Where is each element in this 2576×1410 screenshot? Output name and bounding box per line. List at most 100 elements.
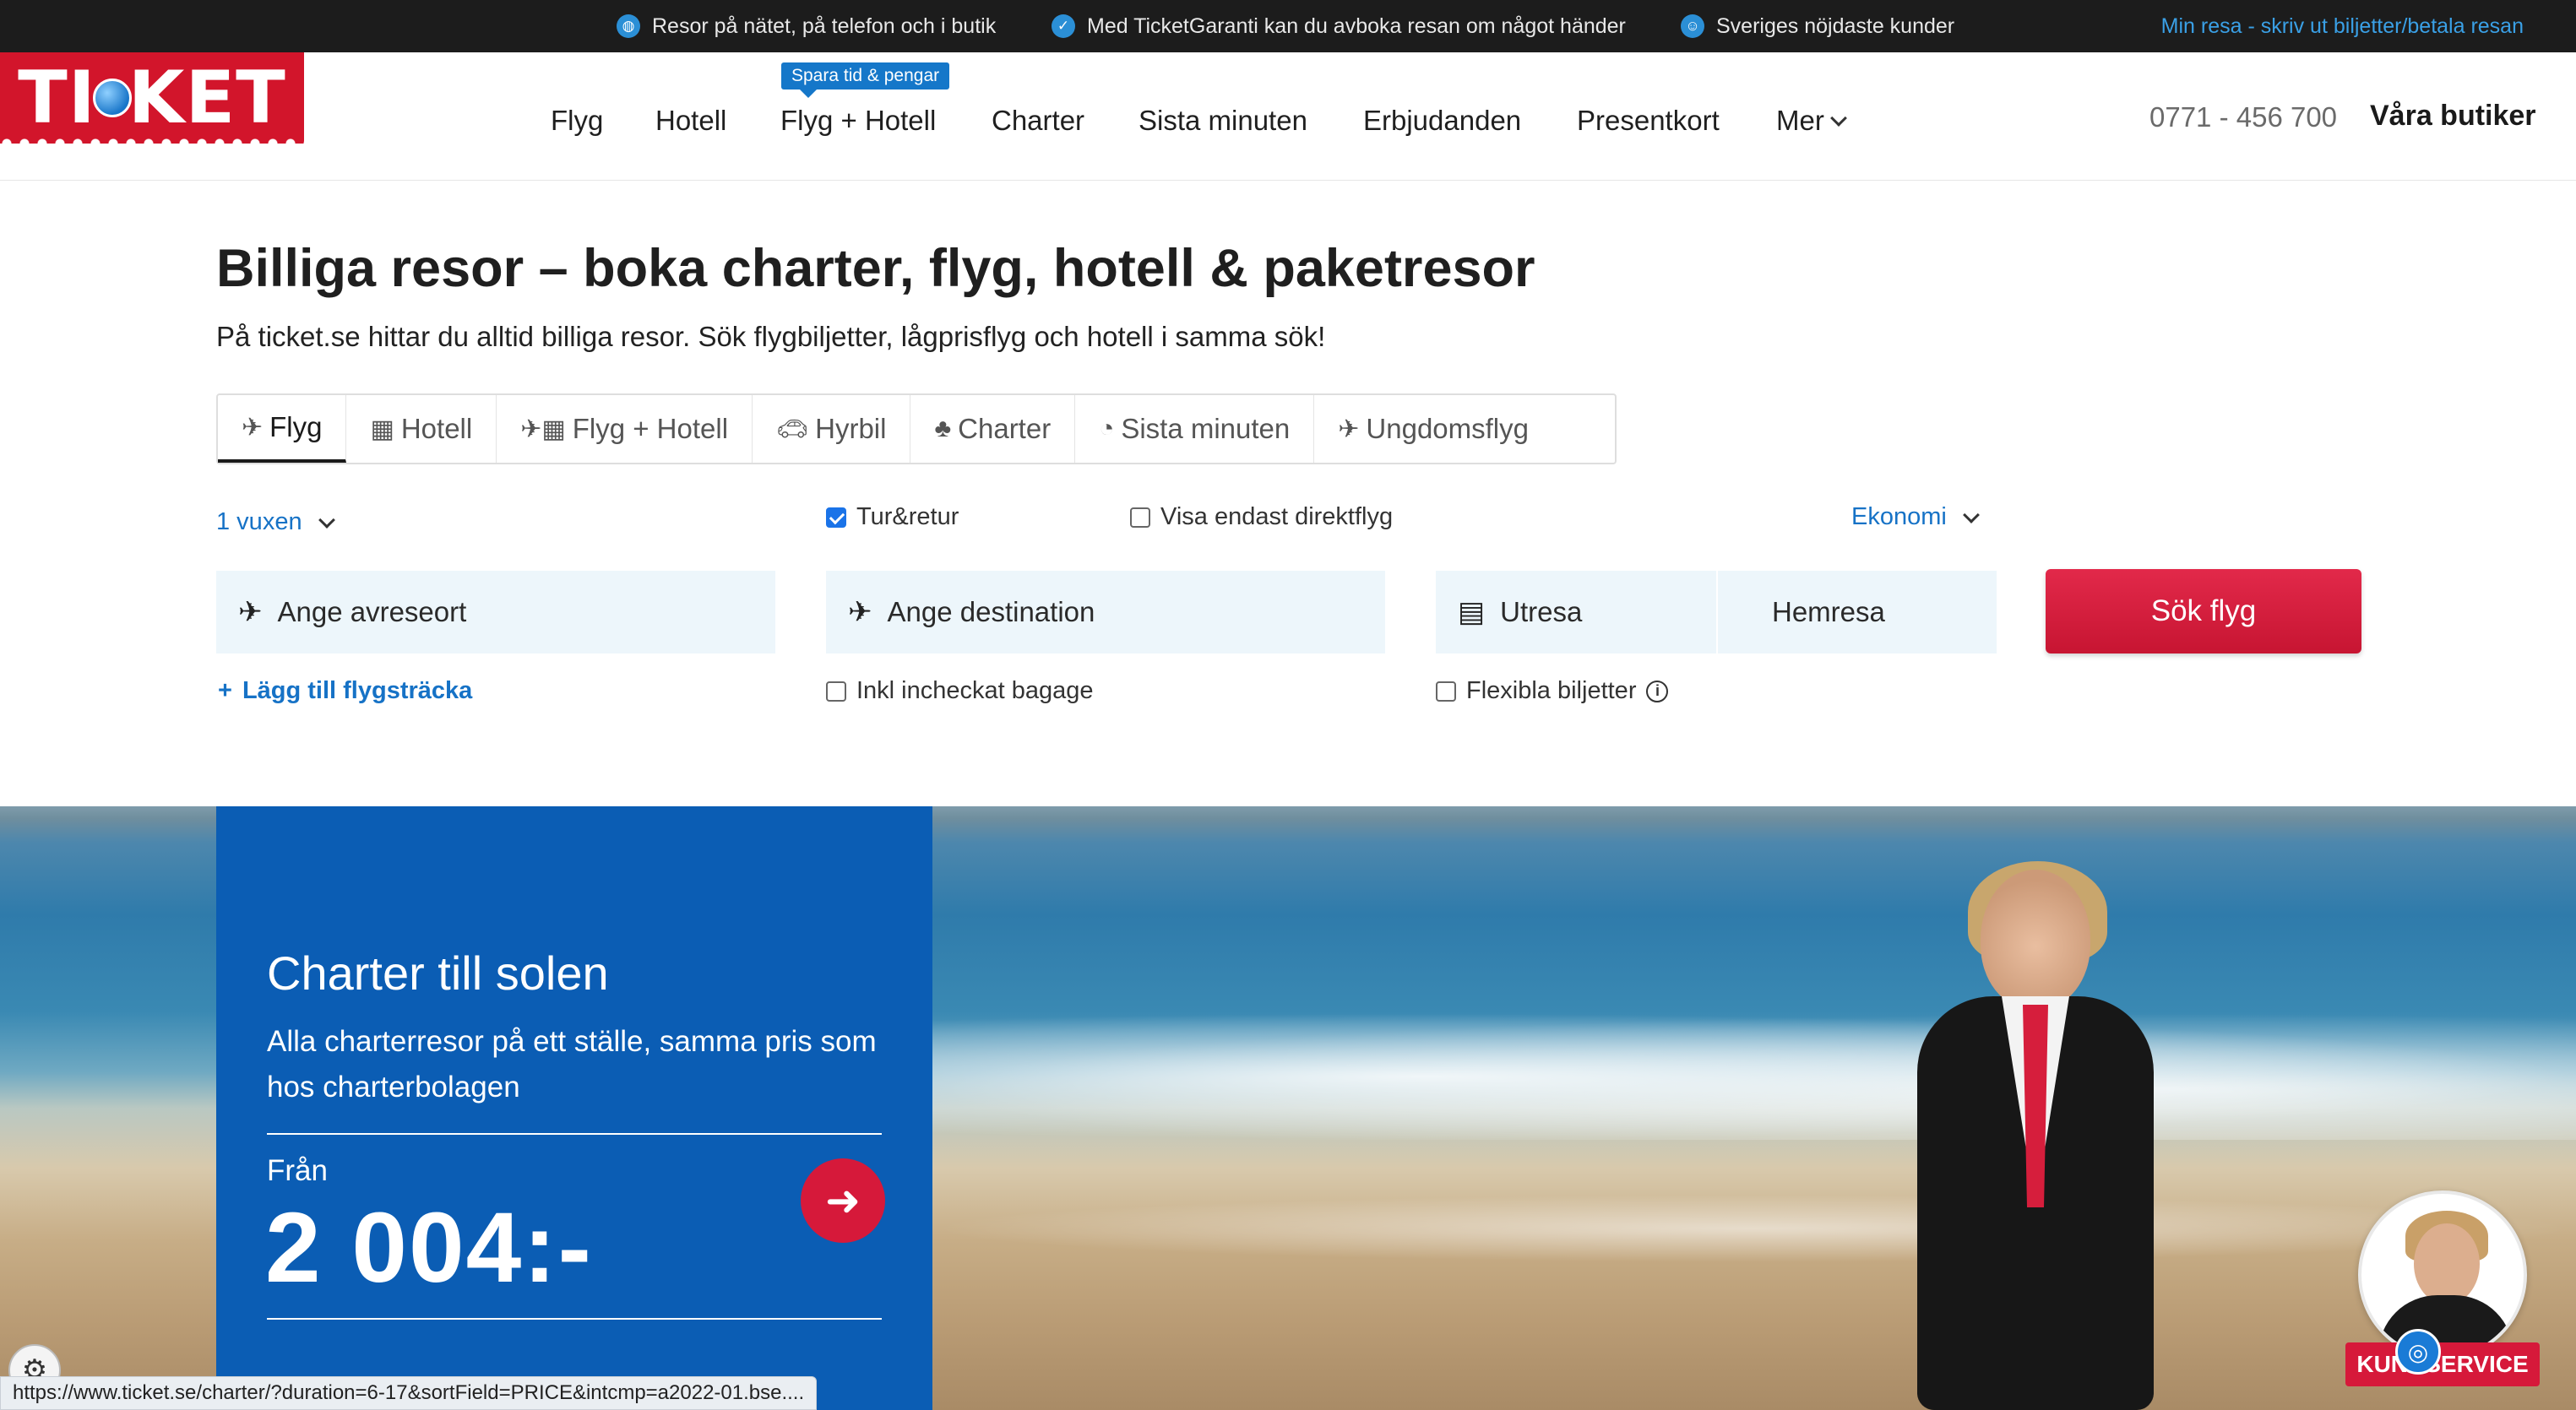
clock-fire-icon: ◔ [1099,415,1115,442]
tab-label: Charter [958,413,1052,444]
promo-card[interactable]: Charter till solen Alla charterresor på … [216,806,932,1410]
tab-flyg-hotell[interactable]: ✈▦ Flyg + Hotell [497,395,753,463]
smiley-icon: ☺ [1681,14,1704,38]
cabin-class-value: Ekonomi [1851,503,1947,530]
plane-icon: ✈ [242,413,264,442]
wave-foam [929,1195,2576,1262]
customer-service-avatar[interactable] [2358,1190,2527,1359]
usp-text: Sveriges nöjdaste kunder [1716,14,1955,38]
tab-label: Hotell [400,413,473,444]
logo-text-right: KET [128,56,286,140]
usp-text: Resor på nätet, på telefon och i butik [652,14,997,38]
building-icon: ▦ [370,415,394,443]
charter-banner[interactable]: Charter till solen Alla charterresor på … [0,806,2576,1410]
flexible-checkbox[interactable]: Flexibla biljetter i [1436,677,1669,705]
checkbox-unchecked[interactable] [1130,507,1150,528]
checkbox-unchecked[interactable] [1436,681,1456,702]
baggage-label: Inkl incheckat bagage [856,677,1094,704]
chat-icon[interactable]: ◎ [2395,1329,2441,1375]
status-bar-url: https://www.ticket.se/charter/?duration=… [0,1376,818,1410]
nav-erbjudanden[interactable]: Erbjudanden [1363,105,1521,137]
promo-subtitle: Alla charterresor på ett ställe, samma p… [267,1025,877,1104]
tab-ungdomsflyg[interactable]: ✈ Ungdomsflyg [1314,395,1552,463]
chevron-down-icon [318,511,335,529]
nav-mer[interactable]: Mer [1776,105,1847,137]
info-icon[interactable]: i [1646,680,1669,702]
banner-person-image [1892,861,2171,1410]
phone-number[interactable]: 0771 - 456 700 [2149,101,2337,133]
flexible-label: Flexibla biljetter [1466,677,1637,704]
destination-placeholder: Ange destination [887,596,1095,627]
plane-takeoff-icon: ✈ [238,596,263,628]
round-trip-checkbox[interactable]: Tur&retur [826,503,959,531]
tab-label: Flyg [269,411,323,442]
logo-text-left: TI [18,56,96,140]
my-trip-link[interactable]: Min resa - skriv ut biljetter/betala res… [2161,0,2524,52]
chevron-down-icon [1829,110,1847,127]
calendar-icon: ▤ [1458,596,1486,628]
nav-flyg-hotell[interactable]: Flyg + Hotell [780,105,936,137]
customer-service-button[interactable]: KUNDSERVICE [2345,1342,2540,1386]
tab-hyrbil[interactable]: 🚗︎ Hyrbil [753,395,911,463]
wave-foam [929,1013,2576,1140]
globe-icon: ◍ [617,14,640,38]
depart-placeholder: Utresa [1500,596,1583,627]
tab-hotell[interactable]: ▦ Hotell [346,395,497,463]
usp-item: ☺ Sveriges nöjdaste kunder [1681,0,1954,52]
nav-hotell[interactable]: Hotell [655,105,726,137]
depart-date-input[interactable]: ▤ Utresa [1436,571,1716,653]
origin-placeholder: Ange avreseort [277,596,467,627]
plus-icon: + [218,677,232,704]
nav-charter[interactable]: Charter [992,105,1084,137]
checkbox-checked[interactable] [826,507,846,528]
nav-sista-minuten[interactable]: Sista minuten [1139,105,1307,137]
origin-input[interactable]: ✈ Ange avreseort [216,571,775,653]
round-trip-label: Tur&retur [856,503,959,530]
page-lead: På ticket.se hittar du alltid billiga re… [216,321,1326,352]
avatar-face [2414,1223,2480,1304]
car-icon: 🚗︎ [776,415,809,443]
divider [267,1318,882,1320]
person-head [1981,870,2090,1009]
globe-logo-icon [92,79,132,117]
promo-from-label: Från [267,1154,328,1187]
tab-charter[interactable]: ♣ Charter [910,395,1076,463]
ticket-logo[interactable]: TI KET [0,52,304,144]
arrow-right-icon[interactable]: ➜ [801,1158,885,1243]
tab-flyg[interactable]: ✈ Flyg [218,395,347,463]
plane-icon: ✈ [1338,415,1360,443]
passenger-count: 1 vuxen [216,508,302,535]
ticket-perforation [0,132,304,144]
top-info-bar: ◍ Resor på nätet, på telefon och i butik… [0,0,2576,52]
palm-icon: ♣ [934,415,952,442]
stores-link[interactable]: Våra butiker [2370,100,2536,133]
return-date-input[interactable]: Hemresa [1718,571,1997,653]
tab-label: Ungdomsflyg [1366,413,1529,444]
promo-title: Charter till solen [267,946,609,1000]
nav-flyg[interactable]: Flyg [551,105,603,137]
tab-label: Sista minuten [1121,413,1291,444]
checkbox-unchecked[interactable] [826,681,846,702]
promo-price: 2 004:- [265,1192,593,1304]
search-flights-button[interactable]: Sök flyg [2046,569,2361,653]
return-placeholder: Hemresa [1772,596,1885,627]
destination-input[interactable]: ✈ Ange destination [826,571,1385,653]
usp-item: ✓ Med TicketGaranti kan du avboka resan … [1052,0,1626,52]
page-title: Billiga resor – boka charter, flyg, hote… [216,239,1535,298]
add-leg-link[interactable]: + Lägg till flygsträcka [218,677,472,705]
direct-only-checkbox[interactable]: Visa endast direktflyg [1130,503,1393,531]
baggage-checkbox[interactable]: Inkl incheckat bagage [826,677,1094,705]
tab-label: Flyg + Hotell [572,413,729,444]
tab-sista-minuten[interactable]: ◔ Sista minuten [1075,395,1315,463]
passenger-select[interactable]: 1 vuxen [216,508,335,536]
divider [267,1133,882,1135]
tab-label: Hyrbil [815,413,887,444]
nav-badge: Spara tid & pengar [781,62,950,98]
usp-item: ◍ Resor på nätet, på telefon och i butik [617,0,996,52]
nav-presentkort[interactable]: Presentkort [1577,105,1720,137]
shield-check-icon: ✓ [1052,14,1075,38]
cabin-class-select[interactable]: Ekonomi [1851,503,1980,531]
plane-landing-icon: ✈ [848,596,872,628]
site-header: TI KET Spara tid & pengar Flyg Hotell Fly… [0,52,2576,181]
usp-text: Med TicketGaranti kan du avboka resan om… [1087,14,1626,38]
